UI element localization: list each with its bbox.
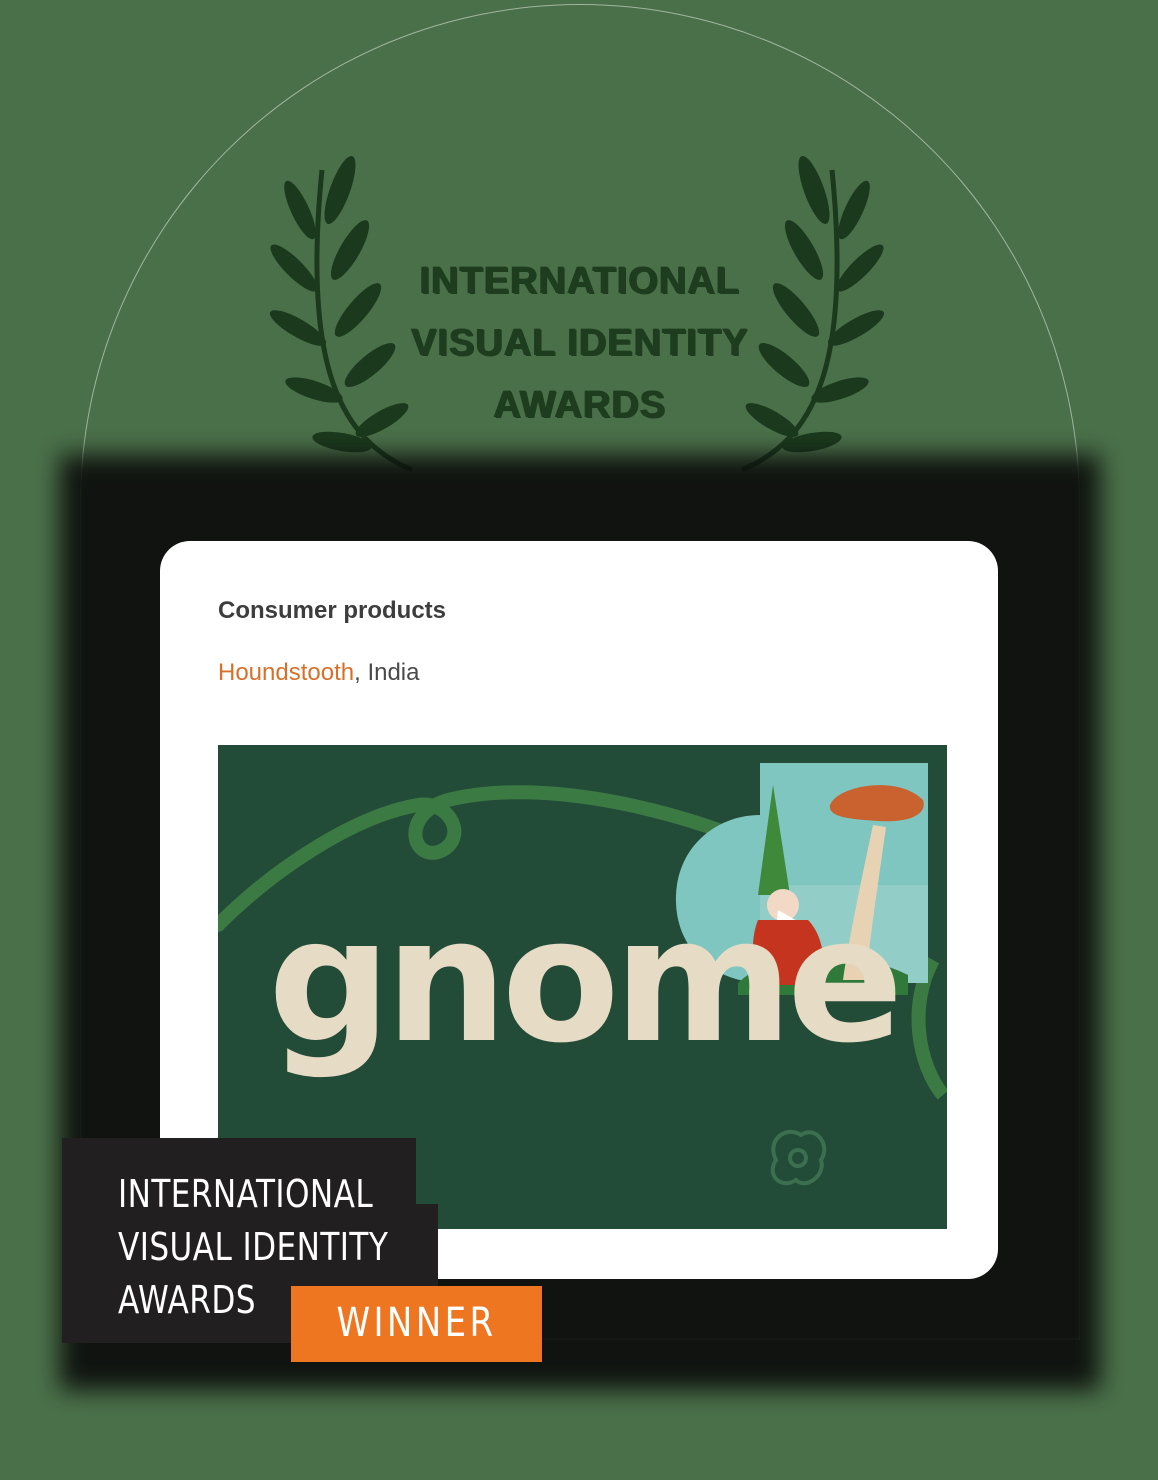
badge-line-2: VISUAL IDENTITY <box>118 1225 389 1269</box>
studio-line: Houndstooth, India <box>218 659 420 687</box>
gnome-wordmark: gnome <box>268 880 904 1081</box>
laurel-line-3: AWARDS <box>493 384 667 426</box>
studio-link[interactable]: Houndstooth <box>218 659 354 686</box>
category-title: Consumer products <box>218 597 447 624</box>
winner-text: WINNER <box>336 1300 497 1346</box>
badge-line-1: INTERNATIONAL <box>118 1172 374 1216</box>
laurel-line-2: VISUAL IDENTITY <box>411 322 749 364</box>
winner-label: WINNER <box>291 1286 542 1362</box>
laurel-line-1: INTERNATIONAL <box>419 260 741 302</box>
laurel-award-title: INTERNATIONAL VISUAL IDENTITY AWARDS <box>380 250 780 436</box>
studio-location: , India <box>354 659 420 686</box>
